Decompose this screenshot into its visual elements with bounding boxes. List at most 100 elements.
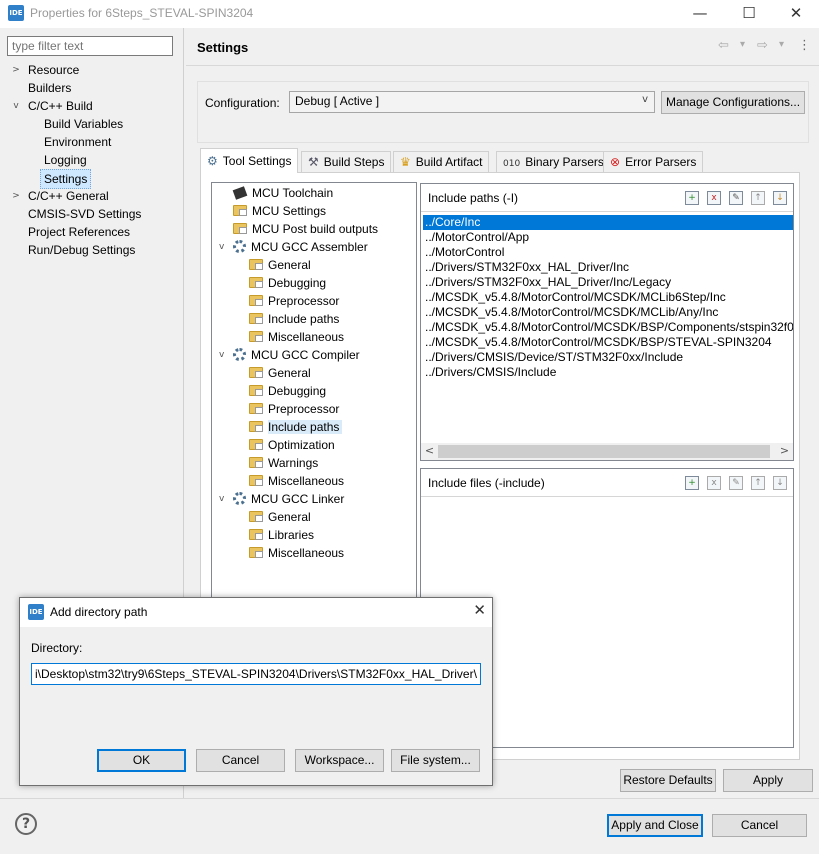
scroll-left-icon[interactable]: < xyxy=(421,444,438,457)
scrollbar-thumb[interactable] xyxy=(438,445,770,458)
apply-and-close-button[interactable]: Apply and Close xyxy=(607,814,703,837)
window-title: Properties for 6Steps_STEVAL-SPIN3204 xyxy=(30,6,254,20)
chevron-down-icon[interactable]: ▾ xyxy=(779,39,784,50)
list-item[interactable]: ../Drivers/CMSIS/Device/ST/STM32F0xx/Inc… xyxy=(423,350,793,365)
tree-item-ld-libraries[interactable]: Libraries xyxy=(249,526,314,544)
chevron-right-icon[interactable]: > xyxy=(10,61,22,79)
tab-tool-settings[interactable]: ⚙ Tool Settings xyxy=(200,148,299,173)
ok-button[interactable]: OK xyxy=(97,749,186,772)
nav-item-builders[interactable]: Builders xyxy=(0,79,180,97)
restore-defaults-button[interactable]: Restore Defaults xyxy=(620,769,716,792)
tree-item-assembler[interactable]: MCU GCC Assembler xyxy=(233,238,368,256)
horizontal-scrollbar[interactable]: < > xyxy=(421,443,793,460)
tree-item-cc-misc[interactable]: Miscellaneous xyxy=(249,472,344,490)
list-item[interactable]: ../Drivers/STM32F0xx_HAL_Driver/Inc xyxy=(423,260,793,275)
list-item[interactable]: ../MCSDK_v5.4.8/MotorControl/MCSDK/BSP/S… xyxy=(423,335,793,350)
tree-item-asm-preprocessor[interactable]: Preprocessor xyxy=(249,292,339,310)
tab-error-parsers[interactable]: ⊗ Error Parsers xyxy=(603,151,704,172)
apply-button[interactable]: Apply xyxy=(723,769,813,792)
nav-item-cmsis-svd[interactable]: CMSIS-SVD Settings xyxy=(0,205,180,223)
configuration-label: Configuration: xyxy=(205,96,280,110)
forward-arrow-icon[interactable]: ⇨ xyxy=(757,38,768,53)
list-item[interactable]: ../MotorControl/App xyxy=(423,230,793,245)
list-item[interactable]: ../Drivers/CMSIS/Include xyxy=(423,365,793,380)
delete-icon[interactable]: x xyxy=(707,476,721,490)
workspace-button[interactable]: Workspace... xyxy=(295,749,384,772)
directory-input[interactable] xyxy=(31,663,481,685)
move-up-icon[interactable]: ↑ xyxy=(751,191,765,205)
tree-item-ld-misc[interactable]: Miscellaneous xyxy=(249,544,344,562)
dialog-title: Add directory path xyxy=(50,605,148,619)
close-icon[interactable]: ✕ xyxy=(781,4,811,22)
tab-build-steps[interactable]: ⚒ Build Steps xyxy=(301,151,392,172)
tree-item-label: MCU GCC Compiler xyxy=(251,348,360,362)
list-item[interactable]: ../MotorControl xyxy=(423,245,793,260)
chevron-down-icon[interactable]: v xyxy=(10,97,22,115)
delete-icon[interactable]: x xyxy=(707,191,721,205)
page-title: Settings xyxy=(197,40,249,55)
tree-item-asm-debugging[interactable]: Debugging xyxy=(249,274,326,292)
configuration-select[interactable]: Debug [ Active ] v xyxy=(289,91,655,113)
view-menu-icon[interactable]: ⋮ xyxy=(798,38,811,53)
file-system-button[interactable]: File system... xyxy=(391,749,480,772)
chevron-down-icon[interactable]: ▾ xyxy=(740,39,745,50)
move-down-icon[interactable]: ↓ xyxy=(773,476,787,490)
nav-item-logging[interactable]: Logging xyxy=(0,151,180,169)
tree-item-cc-include-paths[interactable]: Include paths xyxy=(249,418,343,436)
tab-build-artifact[interactable]: ♛ Build Artifact xyxy=(393,151,490,172)
help-icon[interactable]: ? xyxy=(15,813,37,835)
tree-item-cc-general[interactable]: General xyxy=(249,364,311,382)
back-arrow-icon[interactable]: ⇦ xyxy=(718,38,729,53)
tree-item-asm-misc[interactable]: Miscellaneous xyxy=(249,328,344,346)
list-item[interactable]: ../Core/Inc xyxy=(423,215,793,230)
nav-item-cpp-build[interactable]: v C/C++ Build xyxy=(0,97,180,115)
tree-item-cc-preprocessor[interactable]: Preprocessor xyxy=(249,400,339,418)
tree-item-linker[interactable]: MCU GCC Linker xyxy=(233,490,344,508)
nav-item-project-references[interactable]: Project References xyxy=(0,223,180,241)
manage-configurations-button[interactable]: Manage Configurations... xyxy=(661,91,805,114)
edit-icon[interactable]: ✎ xyxy=(729,476,743,490)
tree-item-ld-general[interactable]: General xyxy=(249,508,311,526)
add-icon[interactable]: + xyxy=(685,191,699,205)
folder-icon xyxy=(249,439,263,450)
list-item[interactable]: ../MCSDK_v5.4.8/MotorControl/MCSDK/MCLib… xyxy=(423,305,793,320)
scroll-right-icon[interactable]: > xyxy=(776,444,793,457)
list-item[interactable]: ../MCSDK_v5.4.8/MotorControl/MCSDK/MCLib… xyxy=(423,290,793,305)
chevron-right-icon[interactable]: > xyxy=(10,187,22,205)
close-icon[interactable]: ✕ xyxy=(473,601,486,619)
cancel-button[interactable]: Cancel xyxy=(712,814,807,837)
tree-item-asm-general[interactable]: General xyxy=(249,256,311,274)
tree-item-mcu-toolchain[interactable]: MCU Toolchain xyxy=(232,184,333,202)
edit-icon[interactable]: ✎ xyxy=(729,191,743,205)
nav-item-settings[interactable]: Settings xyxy=(0,169,180,189)
nav-item-run-debug[interactable]: Run/Debug Settings xyxy=(0,241,180,259)
chevron-down-icon[interactable]: v xyxy=(219,350,224,360)
tree-item-mcu-settings[interactable]: MCU Settings xyxy=(233,202,326,220)
tree-item-label: General xyxy=(268,258,311,272)
list-item[interactable]: ../Drivers/STM32F0xx_HAL_Driver/Inc/Lega… xyxy=(423,275,793,290)
list-item[interactable]: ../MCSDK_v5.4.8/MotorControl/MCSDK/BSP/C… xyxy=(423,320,793,335)
minimize-icon[interactable]: — xyxy=(685,4,715,22)
tree-item-mcu-post-build[interactable]: MCU Post build outputs xyxy=(233,220,378,238)
chevron-down-icon[interactable]: v xyxy=(219,494,224,504)
folder-icon xyxy=(249,421,263,432)
add-icon[interactable]: + xyxy=(685,476,699,490)
tree-item-asm-include-paths[interactable]: Include paths xyxy=(249,310,339,328)
move-up-icon[interactable]: ↑ xyxy=(751,476,765,490)
nav-item-resource[interactable]: > Resource xyxy=(0,61,180,79)
folder-icon xyxy=(249,331,263,342)
nav-item-build-variables[interactable]: Build Variables xyxy=(0,115,180,133)
folder-icon xyxy=(249,385,263,396)
tree-item-compiler[interactable]: MCU GCC Compiler xyxy=(233,346,360,364)
tab-binary-parsers[interactable]: 010 Binary Parsers xyxy=(496,151,611,172)
dialog-cancel-button[interactable]: Cancel xyxy=(196,749,285,772)
chevron-down-icon[interactable]: v xyxy=(219,242,224,252)
tree-item-cc-optimization[interactable]: Optimization xyxy=(249,436,335,454)
nav-item-cpp-general[interactable]: > C/C++ General xyxy=(0,187,180,205)
tree-item-cc-debugging[interactable]: Debugging xyxy=(249,382,326,400)
move-down-icon[interactable]: ↓ xyxy=(773,191,787,205)
tree-item-cc-warnings[interactable]: Warnings xyxy=(249,454,318,472)
filter-input[interactable] xyxy=(7,36,173,56)
nav-item-environment[interactable]: Environment xyxy=(0,133,180,151)
maximize-icon[interactable]: ☐ xyxy=(734,4,764,22)
